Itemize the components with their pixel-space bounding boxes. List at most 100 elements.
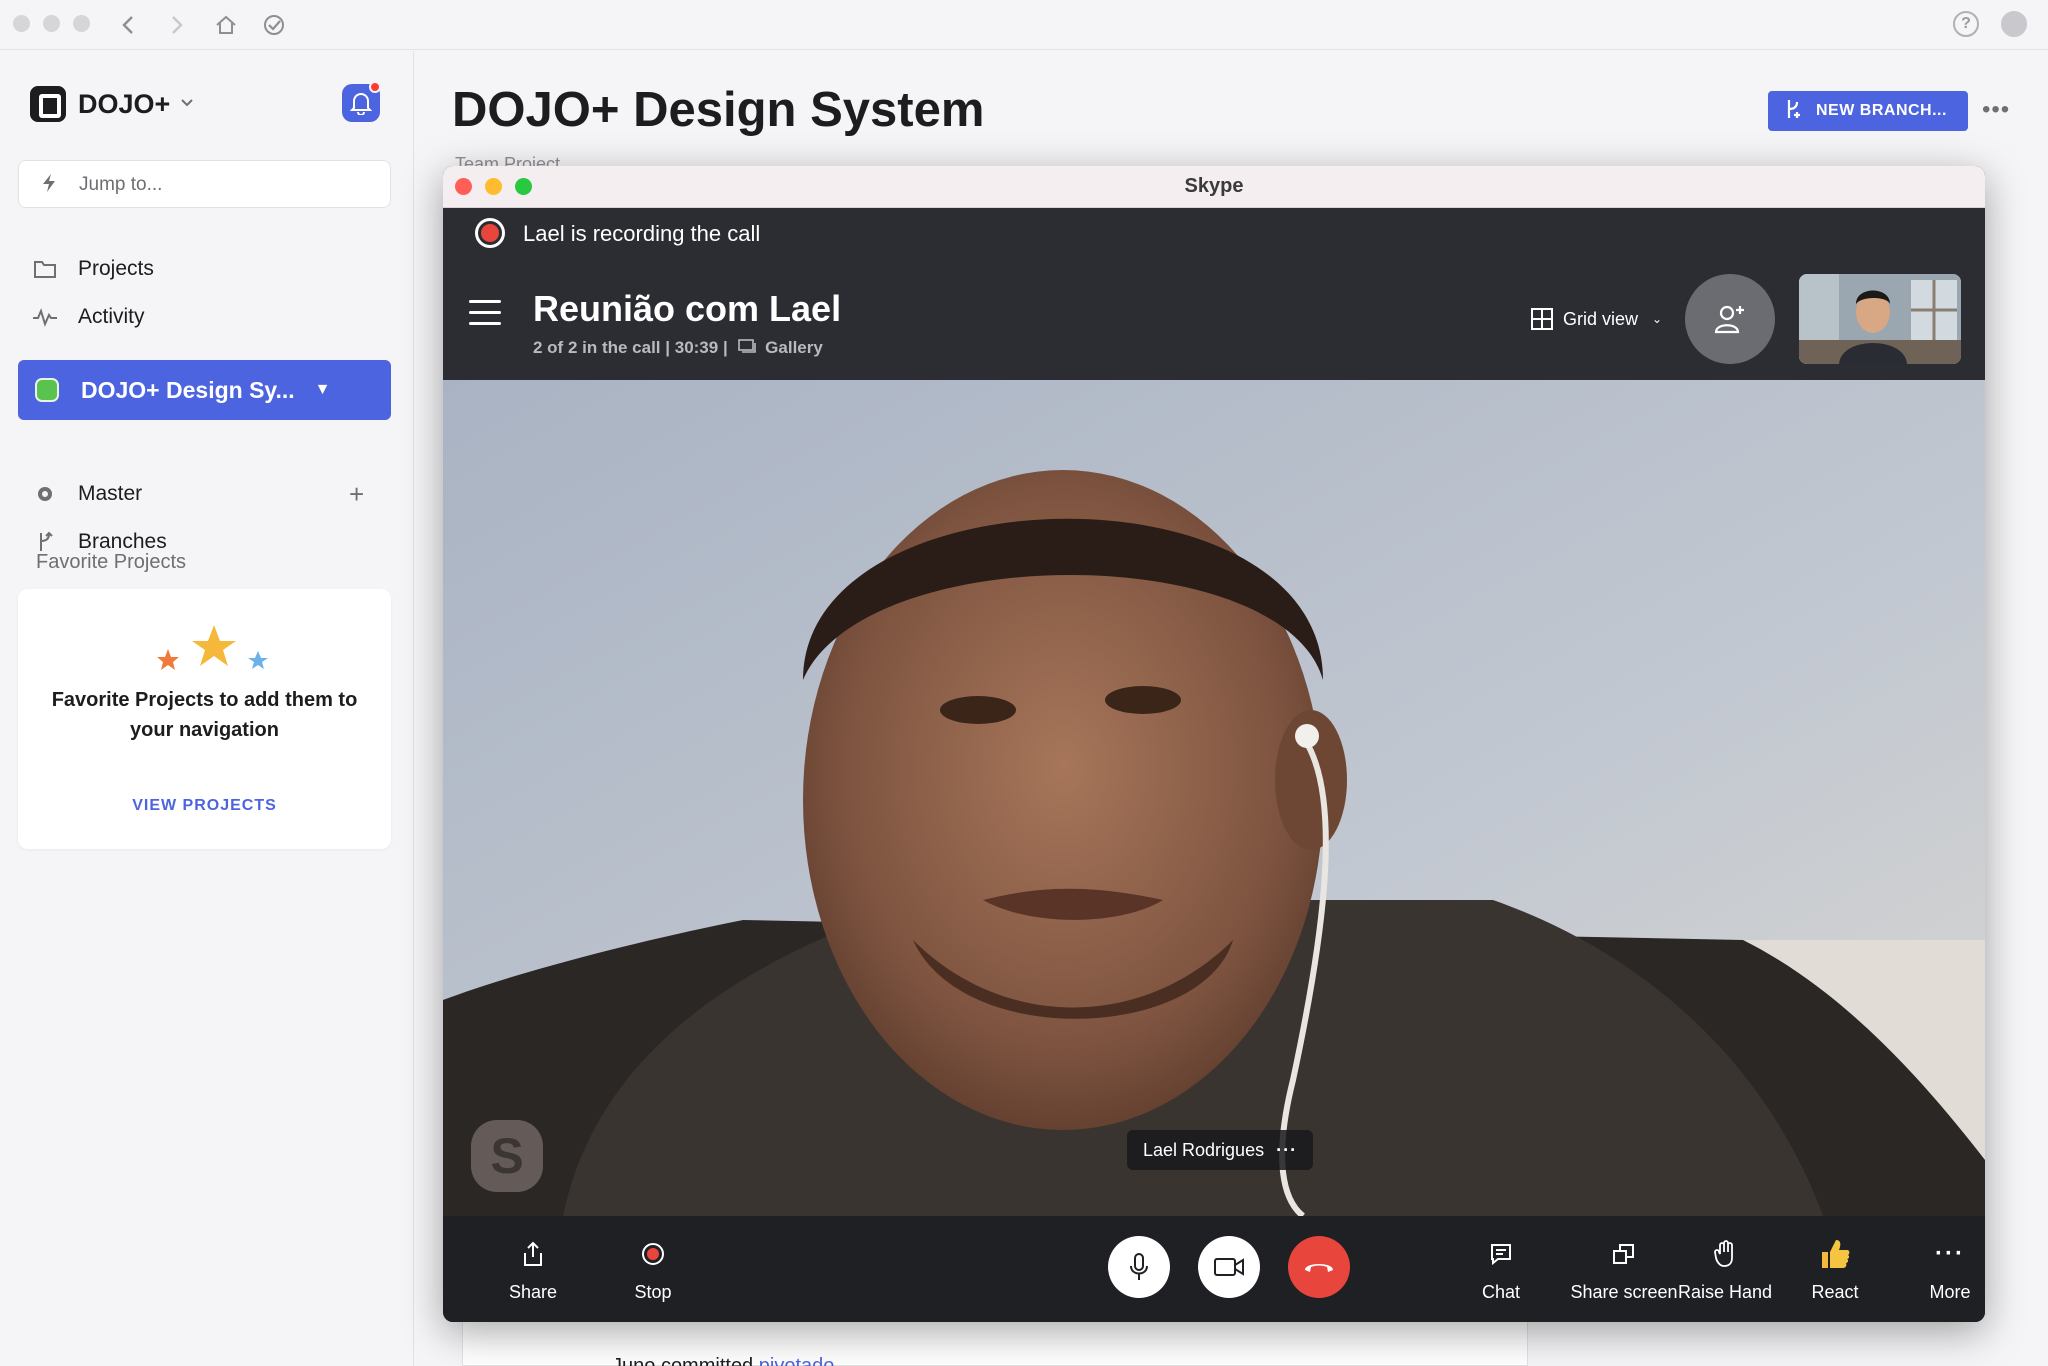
phone-hangup-icon: [1305, 1264, 1333, 1272]
share-button[interactable]: Share: [478, 1234, 588, 1303]
back-button[interactable]: [113, 10, 143, 40]
share-label: Share: [508, 1282, 558, 1302]
favorites-empty-card: Favorite Projects to add them to your na…: [18, 589, 391, 849]
caret-down-icon[interactable]: ▼: [315, 381, 331, 399]
share-icon: [478, 1234, 588, 1274]
stars-illustration-icon: [157, 625, 268, 670]
sidebar-item-active-project[interactable]: DOJO+ Design Sy... ▼: [18, 360, 391, 420]
home-icon: [216, 15, 236, 34]
new-branch-label: NEW BRANCH...: [1816, 102, 1947, 119]
skype-window: Skype Lael is recording the call Reunião…: [443, 166, 1985, 1322]
branch-plus-icon: [1784, 98, 1804, 125]
microphone-icon: [1130, 1253, 1148, 1280]
add-person-icon: [1714, 305, 1744, 334]
more-horizontal-icon: ···: [1935, 1240, 1965, 1267]
grid-view-dropdown[interactable]: Grid view ⌄: [1531, 308, 1662, 330]
call-header: Reunião com Lael 2 of 2 in the call | 30…: [443, 258, 1985, 380]
raise-hand-button[interactable]: Raise Hand: [1665, 1234, 1785, 1303]
bell-icon: [350, 93, 372, 115]
sidebar: DOJO+ Projects Activity DOJO+ Design Sy.…: [0, 51, 414, 1366]
lightning-icon: [41, 173, 57, 198]
activity-icon: [30, 302, 60, 332]
chevron-left-icon: [122, 16, 133, 34]
window-close-button[interactable]: [13, 15, 30, 32]
workspace-name[interactable]: DOJO+: [78, 89, 170, 120]
remote-participant-video: [443, 380, 1985, 1216]
menu-icon[interactable]: [469, 300, 501, 333]
more-options-icon[interactable]: •••: [1982, 96, 2010, 124]
stop-recording-button[interactable]: Stop: [598, 1234, 708, 1303]
remote-video: S Lael Rodrigues ···: [443, 380, 1985, 1216]
activity-verb: committed: [660, 1355, 754, 1366]
sidebar-item-label: Master: [78, 482, 143, 505]
sidebar-item-activity[interactable]: Activity: [30, 299, 390, 335]
new-branch-button[interactable]: NEW BRANCH...: [1768, 91, 1968, 131]
add-branch-button[interactable]: +: [349, 479, 364, 510]
raise-hand-label: Raise Hand: [1677, 1282, 1773, 1302]
recording-banner: Lael is recording the call: [443, 208, 1985, 258]
window-zoom-button[interactable]: [73, 15, 90, 32]
react-label: React: [1811, 1282, 1859, 1302]
jump-to-search[interactable]: [18, 160, 391, 208]
record-stop-icon: [598, 1234, 708, 1274]
page-title: DOJO+ Design System: [452, 83, 985, 137]
chevron-down-icon: ⌄: [1652, 312, 1663, 326]
chat-button[interactable]: Chat: [1446, 1234, 1556, 1303]
notification-badge: [369, 81, 381, 93]
view-mode-label[interactable]: Gallery: [765, 338, 823, 357]
home-button[interactable]: [211, 10, 241, 40]
check-circle-icon: [264, 15, 284, 35]
active-project-label: DOJO+ Design Sy...: [81, 376, 295, 403]
recording-text: Lael is recording the call: [523, 221, 761, 246]
activity-link[interactable]: pivotado: [759, 1355, 835, 1366]
call-title: Reunião com Lael: [533, 288, 842, 329]
participant-name-tag[interactable]: Lael Rodrigues ···: [1127, 1130, 1314, 1170]
call-status: 2 of 2 in the call | 30:39 | Gallery: [533, 338, 823, 358]
hang-up-button[interactable]: [1288, 1236, 1350, 1298]
gallery-icon: [738, 339, 757, 353]
more-button[interactable]: ··· More: [1895, 1234, 1985, 1303]
hand-icon: [1665, 1234, 1785, 1274]
skype-logo-icon: S: [471, 1120, 543, 1192]
sidebar-item-projects[interactable]: Projects: [30, 251, 390, 287]
sidebar-item-label: Activity: [78, 305, 145, 328]
sidebar-item-master[interactable]: Master: [30, 476, 390, 512]
self-video-image: [1799, 274, 1961, 364]
video-camera-icon: [1214, 1258, 1244, 1276]
help-icon[interactable]: ?: [1953, 11, 1979, 37]
grid-icon: [1531, 308, 1553, 330]
settings-icon: [30, 479, 60, 509]
self-video-thumbnail[interactable]: [1799, 274, 1961, 364]
favorites-empty-text: Favorite Projects to add them to your na…: [51, 689, 358, 741]
workspace-logo-icon: [30, 86, 66, 122]
call-status-text: 2 of 2 in the call | 30:39 |: [533, 338, 728, 357]
skype-titlebar: Skype: [443, 166, 1985, 208]
chat-icon: [1446, 1234, 1556, 1274]
forward-button[interactable]: [162, 10, 192, 40]
sync-status-button[interactable]: [259, 10, 289, 40]
jump-to-input[interactable]: [79, 171, 369, 199]
window-minimize-button[interactable]: [43, 15, 60, 32]
more-label: More: [1929, 1282, 1971, 1302]
activity-user: Juno: [612, 1355, 656, 1366]
activity-entry: Juno committed pivotado: [612, 1355, 834, 1366]
app-toolbar: ?: [0, 0, 2048, 50]
view-projects-link[interactable]: VIEW PROJECTS: [28, 797, 381, 815]
participant-name: Lael Rodrigues: [1143, 1139, 1265, 1160]
react-button[interactable]: React: [1780, 1234, 1890, 1303]
camera-button[interactable]: [1198, 1236, 1260, 1298]
project-color-icon: [35, 378, 59, 402]
thumbs-up-icon: [1780, 1234, 1890, 1274]
add-participant-button[interactable]: [1685, 274, 1775, 364]
microphone-button[interactable]: [1108, 1236, 1170, 1298]
call-controls: Share Stop Chat Share screen Raise Hand …: [443, 1216, 1985, 1322]
more-horizontal-icon[interactable]: ···: [1276, 1140, 1297, 1161]
record-indicator-icon: [475, 218, 505, 248]
stop-label: Stop: [634, 1282, 672, 1302]
chevron-down-icon[interactable]: [180, 95, 194, 113]
user-avatar[interactable]: [2001, 11, 2027, 37]
folder-icon: [30, 254, 60, 284]
sidebar-item-label: Projects: [78, 257, 154, 280]
chat-label: Chat: [1481, 1282, 1521, 1302]
chevron-right-icon: [172, 16, 183, 34]
